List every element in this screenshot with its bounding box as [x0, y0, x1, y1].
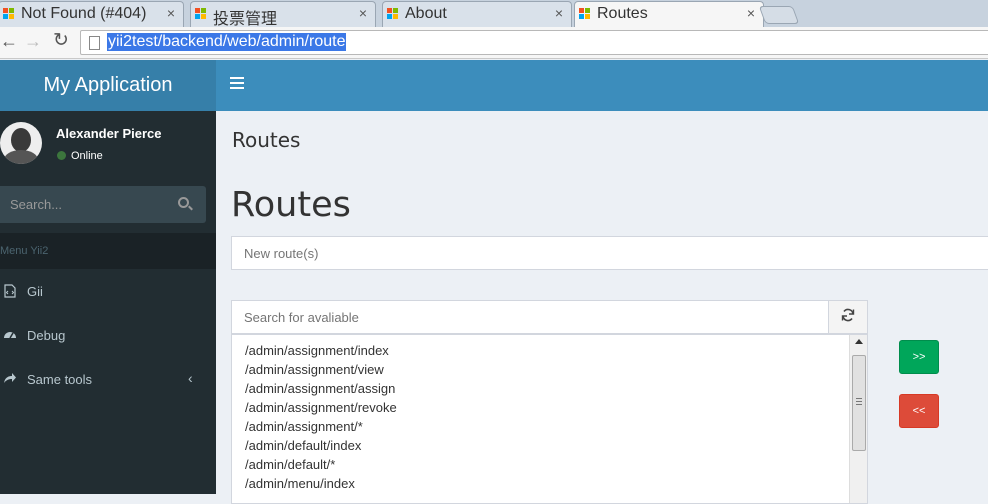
favicon-icon: [387, 8, 399, 20]
close-tab-icon[interactable]: ×: [359, 5, 367, 21]
list-item[interactable]: /admin/default/*: [245, 457, 335, 472]
page-title: Routes: [232, 128, 301, 152]
top-navbar: [216, 60, 988, 111]
list-item[interactable]: /admin/assignment/assign: [245, 381, 395, 396]
favicon-icon: [579, 8, 591, 20]
tab-label: Routes: [597, 5, 648, 22]
sidebar: Alexander Pierce Online Menu Yii2 Gii De…: [0, 111, 216, 494]
forward-icon[interactable]: →: [24, 31, 42, 52]
page-heading: Routes: [231, 185, 351, 225]
avatar: [0, 122, 42, 164]
browser-tab-routes[interactable]: Routes ×: [574, 1, 764, 28]
sidebar-search-input[interactable]: [0, 186, 166, 223]
scroll-up-icon[interactable]: [855, 339, 863, 344]
app-logo[interactable]: My Application: [0, 60, 216, 111]
list-item[interactable]: /admin/menu/index: [245, 476, 355, 491]
sidebar-item-gii[interactable]: Gii: [0, 270, 216, 314]
available-routes-list[interactable]: /admin/assignment/index /admin/assignmen…: [231, 334, 868, 504]
back-icon[interactable]: ←: [0, 31, 18, 52]
favicon-icon: [195, 8, 207, 20]
sidebar-item-debug[interactable]: Debug: [0, 314, 216, 358]
tab-label: About: [405, 5, 447, 22]
close-tab-icon[interactable]: ×: [167, 5, 175, 21]
search-icon[interactable]: [178, 197, 189, 208]
favicon-icon: [3, 8, 15, 20]
list-item[interactable]: /admin/assignment/index: [245, 343, 389, 358]
browser-tab-vote-admin[interactable]: 投票管理 ×: [190, 1, 376, 27]
remove-button[interactable]: <<: [899, 394, 939, 428]
user-status: Online: [57, 150, 103, 162]
list-item[interactable]: /admin/default/index: [245, 438, 361, 453]
tab-label: Not Found (#404): [21, 5, 147, 22]
address-bar[interactable]: yii2test/backend/web/admin/route: [80, 30, 988, 55]
menu-header: Menu Yii2: [0, 233, 216, 269]
file-code-icon: [3, 284, 17, 298]
user-status-label: Online: [71, 150, 103, 162]
reload-icon[interactable]: ↻: [53, 29, 69, 52]
main-content: Routes Routes /admin/assignment/index /a…: [216, 111, 988, 504]
browser-tab-about[interactable]: About ×: [382, 1, 572, 27]
new-tab-button[interactable]: [758, 6, 800, 24]
sidebar-item-label: Debug: [27, 328, 66, 343]
browser-toolbar: ← → ↻ yii2test/backend/web/admin/route: [0, 27, 988, 59]
chevron-left-icon: ‹: [188, 370, 193, 386]
list-scrollbar[interactable]: [849, 335, 867, 503]
online-dot-icon: [57, 151, 66, 160]
close-tab-icon[interactable]: ×: [555, 5, 563, 21]
close-tab-icon[interactable]: ×: [747, 5, 755, 21]
address-url[interactable]: yii2test/backend/web/admin/route: [107, 33, 347, 51]
list-item[interactable]: /admin/assignment/revoke: [245, 400, 397, 415]
new-route-input[interactable]: [231, 236, 988, 270]
browser-tab-not-found[interactable]: Not Found (#404) ×: [0, 1, 184, 27]
assign-button[interactable]: >>: [899, 340, 939, 374]
list-item[interactable]: /admin/assignment/*: [245, 419, 363, 434]
refresh-icon: [841, 307, 855, 326]
scrollbar-thumb[interactable]: [852, 355, 866, 451]
sidebar-item-same-tools[interactable]: Same tools ‹: [0, 358, 216, 402]
user-name: Alexander Pierce: [56, 126, 162, 141]
share-icon: [3, 372, 17, 386]
sidebar-search: [0, 186, 206, 223]
browser-tab-bar: Not Found (#404) × 投票管理 × About × Routes…: [0, 0, 988, 28]
refresh-button[interactable]: [828, 300, 868, 334]
list-item[interactable]: /admin/assignment/view: [245, 362, 384, 377]
available-search-input[interactable]: [231, 300, 829, 334]
sidebar-item-label: Gii: [27, 284, 43, 299]
sidebar-item-label: Same tools: [27, 372, 93, 387]
page-icon: [89, 36, 100, 50]
tab-label: 投票管理: [213, 11, 278, 27]
sidebar-toggle-icon[interactable]: [230, 77, 244, 92]
dashboard-icon: [3, 328, 17, 342]
